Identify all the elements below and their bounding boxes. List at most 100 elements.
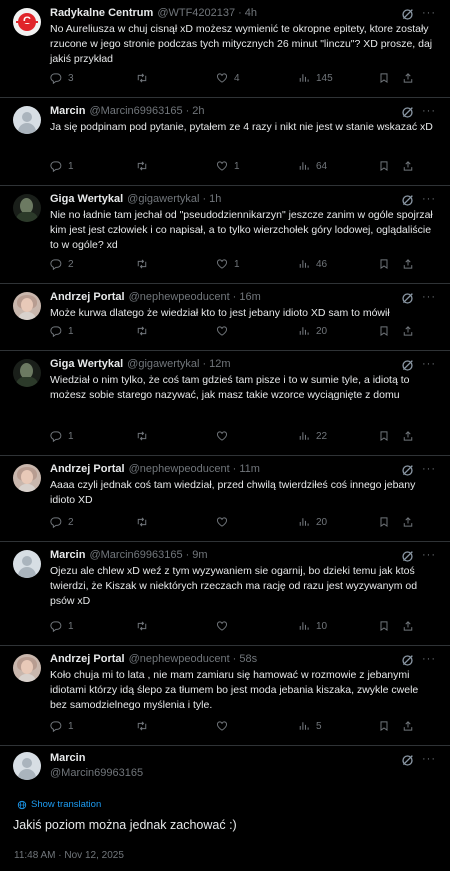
more-options-icon[interactable]: ··· <box>422 193 436 205</box>
show-translation-link[interactable]: Show translation <box>17 799 450 810</box>
author-handle[interactable]: @gigawertykal <box>127 358 199 370</box>
views-button[interactable]: 5 <box>298 720 322 732</box>
author-handle[interactable]: @nephewpeoducent <box>129 653 230 665</box>
share-button[interactable] <box>402 720 414 732</box>
author-handle[interactable]: @Marcin69963165 <box>89 549 182 561</box>
grok-icon[interactable] <box>401 550 414 563</box>
grok-icon[interactable] <box>401 654 414 667</box>
tweet[interactable]: Andrzej Portal @nephewpeoducent · 16m ··… <box>0 284 450 351</box>
tweet-time[interactable]: 2h <box>192 105 204 117</box>
tweet[interactable]: Giga Wertykal @gigawertykal · 1h ··· Nie… <box>0 186 450 284</box>
bookmark-button[interactable] <box>378 620 390 632</box>
like-button[interactable]: 1 <box>216 258 240 270</box>
tweet-time[interactable]: 12m <box>209 358 230 370</box>
tweet[interactable]: Marcin @Marcin69963165 · 2h ··· Ja się p… <box>0 98 450 186</box>
share-button[interactable] <box>402 160 414 172</box>
grok-icon[interactable] <box>401 106 414 119</box>
more-options-icon[interactable]: ··· <box>422 358 436 370</box>
reply-button[interactable]: 1 <box>50 720 74 732</box>
views-button[interactable]: 22 <box>298 430 327 442</box>
tweet[interactable]: Andrzej Portal @nephewpeoducent · 11m ··… <box>0 456 450 542</box>
avatar[interactable] <box>13 359 41 387</box>
more-options-icon[interactable]: ··· <box>422 653 436 665</box>
author-name[interactable]: Andrzej Portal <box>50 653 125 665</box>
like-button[interactable] <box>216 620 234 632</box>
author-handle[interactable]: @gigawertykal <box>127 193 199 205</box>
grok-icon[interactable] <box>401 8 414 21</box>
tweet-time[interactable]: 11m <box>239 463 260 475</box>
reply-button[interactable]: 2 <box>50 516 74 528</box>
reply-button[interactable]: 1 <box>50 160 74 172</box>
author-name[interactable]: Giga Wertykal <box>50 358 123 370</box>
avatar[interactable] <box>13 654 41 682</box>
views-button[interactable]: 20 <box>298 325 327 337</box>
bookmark-button[interactable] <box>378 720 390 732</box>
like-button[interactable]: 4 <box>216 72 240 84</box>
repost-button[interactable] <box>136 258 154 270</box>
author-name[interactable]: Marcin <box>50 549 85 561</box>
tweet-time[interactable]: 4h <box>245 7 257 19</box>
author-name[interactable]: Andrzej Portal <box>50 463 125 475</box>
tweet-time[interactable]: 9m <box>192 549 207 561</box>
grok-icon[interactable] <box>401 754 414 767</box>
avatar[interactable] <box>13 752 41 780</box>
author-name[interactable]: Giga Wertykal <box>50 193 123 205</box>
like-button[interactable] <box>216 430 234 442</box>
reply-button[interactable]: 1 <box>50 430 74 442</box>
more-options-icon[interactable]: ··· <box>422 753 436 765</box>
avatar[interactable] <box>13 550 41 578</box>
repost-button[interactable] <box>136 325 154 337</box>
share-button[interactable] <box>402 430 414 442</box>
author-handle[interactable]: @WTF4202137 <box>157 7 235 19</box>
bookmark-button[interactable] <box>378 325 390 337</box>
tweet-time[interactable]: 1h <box>209 193 221 205</box>
more-options-icon[interactable]: ··· <box>422 549 436 561</box>
share-button[interactable] <box>402 72 414 84</box>
bookmark-button[interactable] <box>378 258 390 270</box>
tweet[interactable]: Andrzej Portal @nephewpeoducent · 58s ··… <box>0 646 450 746</box>
author-name[interactable]: Marcin <box>50 105 85 117</box>
grok-icon[interactable] <box>401 194 414 207</box>
repost-button[interactable] <box>136 620 154 632</box>
more-options-icon[interactable]: ··· <box>422 105 436 117</box>
more-options-icon[interactable]: ··· <box>422 7 436 19</box>
like-button[interactable] <box>216 325 234 337</box>
avatar[interactable] <box>13 106 41 134</box>
reply-button[interactable]: 2 <box>50 258 74 270</box>
repost-button[interactable] <box>136 72 154 84</box>
views-button[interactable]: 145 <box>298 72 333 84</box>
like-button[interactable]: 1 <box>216 160 240 172</box>
author-handle[interactable]: @nephewpeoducent <box>129 463 230 475</box>
avatar[interactable] <box>13 194 41 222</box>
author-name[interactable]: Radykalne Centrum <box>50 7 153 19</box>
author-handle[interactable]: @Marcin69963165 <box>89 105 182 117</box>
reply-button[interactable]: 1 <box>50 620 74 632</box>
avatar[interactable] <box>13 464 41 492</box>
views-button[interactable]: 64 <box>298 160 327 172</box>
repost-button[interactable] <box>136 720 154 732</box>
reply-button[interactable]: 1 <box>50 325 74 337</box>
like-button[interactable] <box>216 516 234 528</box>
tweet-time[interactable]: 58s <box>239 653 257 665</box>
tweet-time[interactable]: 16m <box>239 291 260 303</box>
author-name[interactable]: Andrzej Portal <box>50 291 125 303</box>
bookmark-button[interactable] <box>378 516 390 528</box>
tweet-timestamp[interactable]: 11:48 AM · Nov 12, 2025 <box>14 850 450 861</box>
more-options-icon[interactable]: ··· <box>422 291 436 303</box>
repost-button[interactable] <box>136 516 154 528</box>
tweet[interactable]: Radykalne Centrum @WTF4202137 · 4h ··· N… <box>0 0 450 98</box>
views-button[interactable]: 46 <box>298 258 327 270</box>
share-button[interactable] <box>402 620 414 632</box>
reply-button[interactable]: 3 <box>50 72 74 84</box>
repost-button[interactable] <box>136 430 154 442</box>
grok-icon[interactable] <box>401 359 414 372</box>
grok-icon[interactable] <box>401 464 414 477</box>
author-name[interactable]: Marcin <box>50 752 85 764</box>
share-button[interactable] <box>402 258 414 270</box>
tweet[interactable]: Giga Wertykal @gigawertykal · 12m ··· Wi… <box>0 351 450 456</box>
share-button[interactable] <box>402 325 414 337</box>
grok-icon[interactable] <box>401 292 414 305</box>
repost-button[interactable] <box>136 160 154 172</box>
avatar[interactable] <box>13 292 41 320</box>
views-button[interactable]: 10 <box>298 620 327 632</box>
